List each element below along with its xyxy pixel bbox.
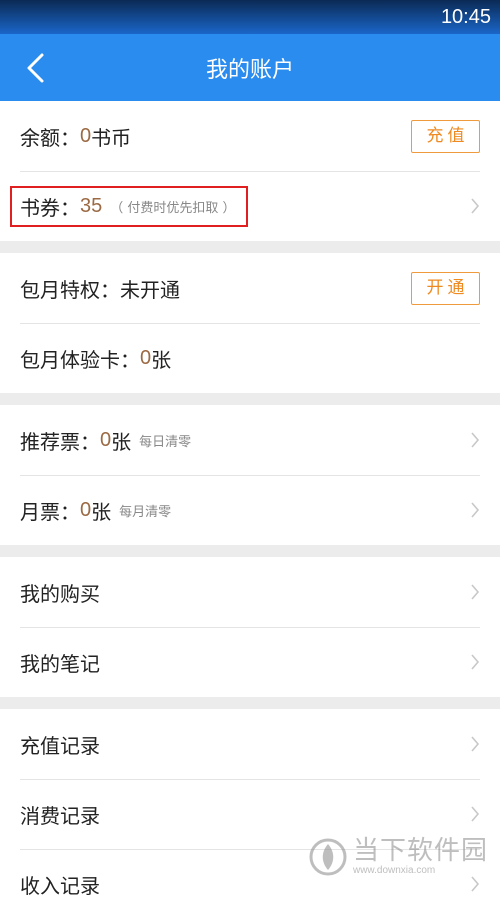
my-purchases-label: 我的购买 <box>20 581 100 606</box>
trial-card-label: 包月体验卡： <box>20 347 140 372</box>
monthly-ticket-row[interactable]: 月票： 0 张 每月清零 <box>0 475 500 545</box>
monthly-label: 包月特权：未开通 <box>20 277 180 302</box>
my-notes-label: 我的笔记 <box>20 651 100 676</box>
status-time: 10:45 <box>440 6 491 28</box>
recommend-ticket-row[interactable]: 推荐票： 0 张 每日清零 <box>0 405 500 475</box>
page-title: 我的账户 <box>205 58 294 83</box>
my-purchases-row[interactable]: 我的购买 <box>0 557 500 627</box>
activate-button[interactable]: 开通 <box>411 272 480 305</box>
income-records-label: 收入记录 <box>20 873 100 898</box>
highlight-box <box>10 186 248 227</box>
watermark-logo-icon <box>309 838 347 875</box>
trial-card-row: 包月体验卡： 0 张 <box>0 323 500 393</box>
status-bar: 10:45 <box>0 0 500 34</box>
recommend-ticket-note: 每日清零 <box>139 434 192 450</box>
watermark: 当下软件园 www.downxia.com <box>309 837 488 876</box>
chevron-right-icon <box>471 806 480 822</box>
monthly-row: 包月特权：未开通 开通 <box>0 253 500 323</box>
tickets-group: 推荐票： 0 张 每日清零 月票： 0 张 每月清零 <box>0 405 500 545</box>
monthly-ticket-value: 0 <box>80 498 92 521</box>
balance-label: 余额： <box>20 125 80 150</box>
recommend-ticket-value: 0 <box>100 428 112 451</box>
title-bar: 我的账户 <box>0 34 500 101</box>
recommend-ticket-unit: 张 <box>111 429 132 454</box>
spend-records-label: 消费记录 <box>20 803 100 828</box>
trial-card-value: 0 <box>140 346 152 369</box>
monthly-group: 包月特权：未开通 开通 包月体验卡： 0 张 <box>0 253 500 393</box>
balance-value: 0 <box>80 124 92 147</box>
chevron-right-icon <box>471 432 480 448</box>
records-group: 充值记录 消费记录 收入记录 <box>0 709 500 919</box>
monthly-ticket-note: 每月清零 <box>119 504 172 520</box>
recharge-button[interactable]: 充值 <box>411 120 480 153</box>
recommend-ticket-label: 推荐票： <box>20 429 100 454</box>
chevron-right-icon <box>471 654 480 670</box>
balance-row: 余额： 0 书币 充值 <box>0 101 500 171</box>
mine-group: 我的购买 我的笔记 <box>0 557 500 697</box>
monthly-ticket-label: 月票： <box>20 499 80 524</box>
recharge-records-label: 充值记录 <box>20 733 100 758</box>
chevron-right-icon <box>471 502 480 518</box>
chevron-right-icon <box>471 198 480 214</box>
balance-unit: 书币 <box>91 125 132 150</box>
chevron-right-icon <box>471 584 480 600</box>
recharge-records-row[interactable]: 充值记录 <box>0 709 500 779</box>
monthly-ticket-unit: 张 <box>91 499 112 524</box>
chevron-right-icon <box>471 736 480 752</box>
watermark-url: www.downxia.com <box>352 865 436 876</box>
trial-card-unit: 张 <box>151 347 172 372</box>
my-notes-row[interactable]: 我的笔记 <box>0 627 500 697</box>
watermark-name: 当下软件园 <box>352 836 488 866</box>
